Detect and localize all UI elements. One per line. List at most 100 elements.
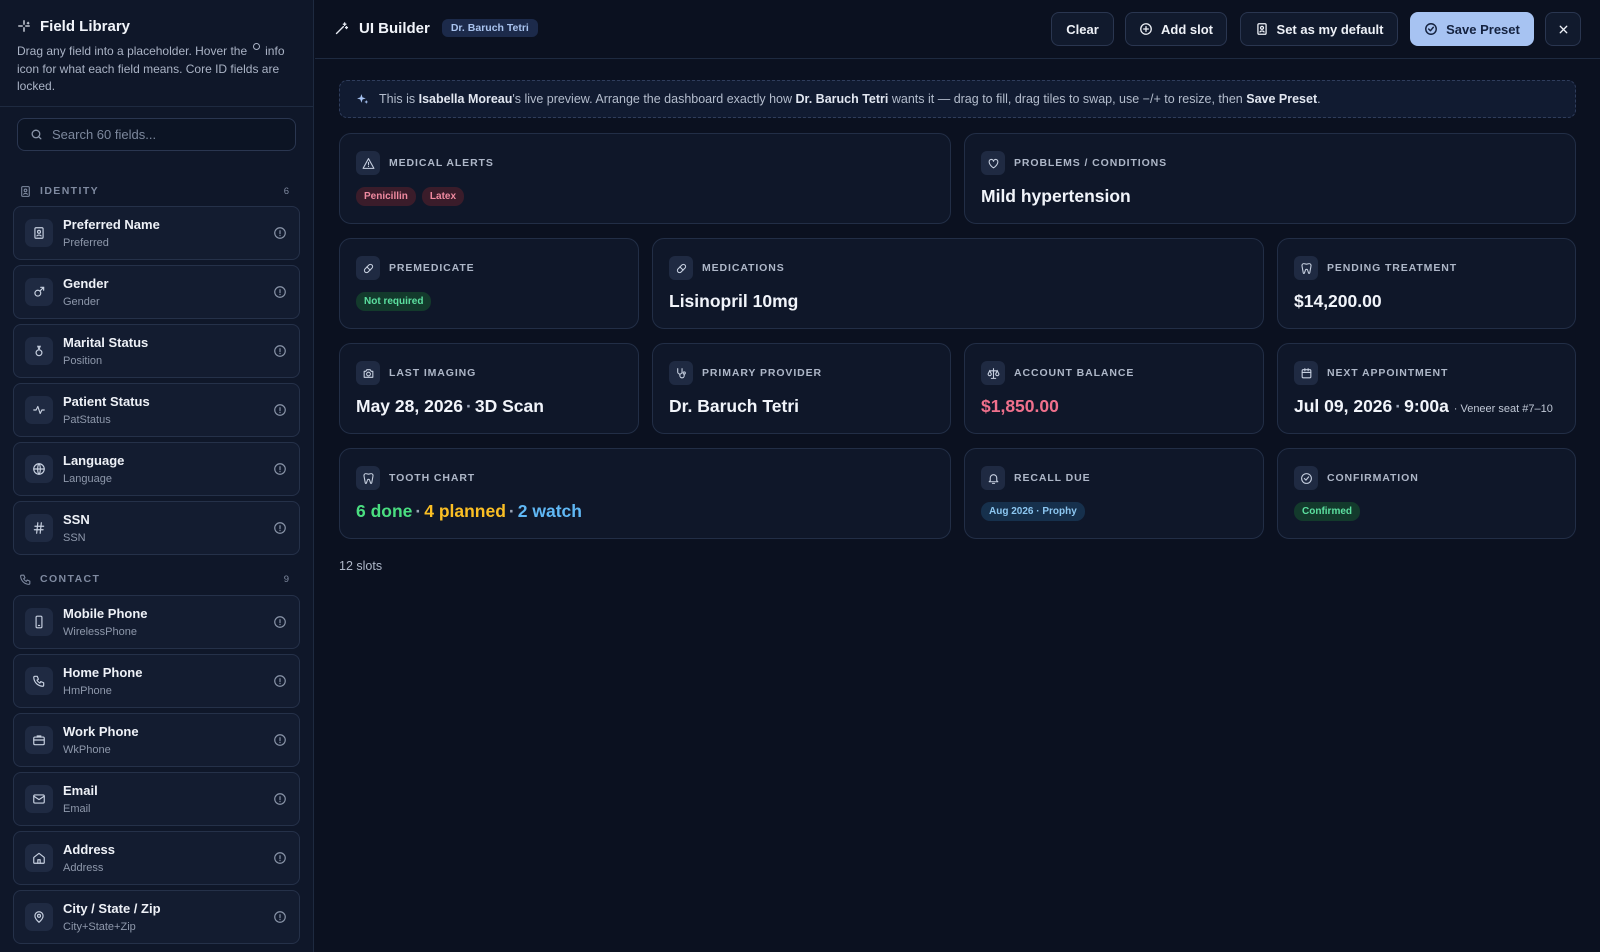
field-card-city-state-zip[interactable]: City / State / Zip City+State+Zip <box>13 890 300 944</box>
field-card-ssn[interactable]: SSN SSN <box>13 501 300 555</box>
info-icon[interactable] <box>273 226 287 240</box>
info-icon[interactable] <box>273 674 287 688</box>
tooth-icon <box>1294 256 1318 280</box>
bell-icon <box>981 466 1005 490</box>
tile-medical-alerts[interactable]: MEDICAL ALERTS Penicillin Latex <box>339 133 951 224</box>
recall-chip: Aug 2026 · Prophy <box>981 502 1085 521</box>
search-icon <box>30 128 43 141</box>
info-icon[interactable] <box>273 344 287 358</box>
mail-icon <box>25 785 53 813</box>
field-label: Home Phone <box>63 664 143 680</box>
tile-confirmation[interactable]: CONFIRMATION Confirmed <box>1277 448 1576 539</box>
field-key: HmPhone <box>63 684 112 697</box>
phone-icon <box>25 667 53 695</box>
tooth-icon <box>356 466 380 490</box>
id-badge-icon <box>19 185 32 198</box>
tile-recall-due[interactable]: RECALL DUE Aug 2026 · Prophy <box>964 448 1264 539</box>
tile-label: PRIMARY PROVIDER <box>702 367 822 379</box>
tile-primary-provider[interactable]: PRIMARY PROVIDER Dr. Baruch Tetri <box>652 343 951 434</box>
field-label: Mobile Phone <box>63 605 148 621</box>
field-label: Patient Status <box>63 393 150 409</box>
tile-tooth-chart[interactable]: TOOTH CHART 6 done · 4 planned · 2 watch <box>339 448 951 539</box>
search-input[interactable] <box>52 127 282 142</box>
field-key: Language <box>63 472 112 485</box>
phone-icon <box>19 573 32 586</box>
field-card-patient-status[interactable]: Patient Status PatStatus <box>13 383 300 437</box>
sidebar-header: Field Library Drag any field into a plac… <box>0 0 313 107</box>
tile-label: TOOTH CHART <box>389 472 476 484</box>
save-preset-button[interactable]: Save Preset <box>1410 12 1534 46</box>
tile-problems-conditions[interactable]: PROBLEMS / CONDITIONS Mild hypertension <box>964 133 1576 224</box>
pill-icon <box>356 256 380 280</box>
tile-value: 6 done · 4 planned · 2 watch <box>356 501 582 521</box>
field-card-marital-status[interactable]: Marital Status Position <box>13 324 300 378</box>
scale-icon <box>981 361 1005 385</box>
status-chip: Not required <box>356 292 432 311</box>
alert-chip: Latex <box>421 187 465 206</box>
tile-label: MEDICAL ALERTS <box>389 157 494 169</box>
info-icon[interactable] <box>273 521 287 535</box>
tile-value: Lisinopril 10mg <box>669 291 799 311</box>
tile-premedicate[interactable]: PREMEDICATE Not required <box>339 238 639 329</box>
field-card-language[interactable]: Language Language <box>13 442 300 496</box>
preview-banner: This is Isabella Moreau's live preview. … <box>339 80 1576 118</box>
tile-value: $1,850.00 <box>981 396 1059 416</box>
field-key: Address <box>63 861 104 874</box>
info-icon[interactable] <box>273 792 287 806</box>
field-label: Work Phone <box>63 723 139 739</box>
field-card-mobile-phone[interactable]: Mobile Phone WirelessPhone <box>13 595 300 649</box>
add-slot-button[interactable]: Add slot <box>1125 12 1227 46</box>
tile-value: $14,200.00 <box>1294 291 1382 311</box>
field-search[interactable] <box>17 118 296 151</box>
tile-account-balance[interactable]: ACCOUNT BALANCE $1,850.00 <box>964 343 1264 434</box>
tile-next-appointment[interactable]: NEXT APPOINTMENT Jul 09, 2026 · 9:00a · Ve… <box>1277 343 1576 434</box>
info-icon[interactable] <box>273 615 287 629</box>
field-key: PatStatus <box>63 413 111 426</box>
home-icon <box>25 844 53 872</box>
tile-value: Jul 09, 2026 · 9:00a · Veneer seat #7–10 <box>1294 396 1553 416</box>
field-key: Preferred <box>63 236 109 249</box>
set-default-button[interactable]: Set as my default <box>1240 12 1398 46</box>
tile-label: PROBLEMS / CONDITIONS <box>1014 157 1168 169</box>
tile-pending-treatment[interactable]: PENDING TREATMENT $14,200.00 <box>1277 238 1576 329</box>
group-count: 9 <box>283 573 289 585</box>
field-label: Preferred Name <box>63 216 160 232</box>
group-header-identity: IDENTITY 6 <box>19 183 289 199</box>
field-label: Gender <box>63 275 109 291</box>
field-card-home-phone[interactable]: Home Phone HmPhone <box>13 654 300 708</box>
field-card-email[interactable]: Email Email <box>13 772 300 826</box>
field-card-preferred-name[interactable]: Preferred Name Preferred <box>13 206 300 260</box>
ring-icon <box>25 337 53 365</box>
info-ring-icon <box>253 43 261 50</box>
close-button[interactable] <box>1545 12 1581 46</box>
tile-medications[interactable]: MEDICATIONS Lisinopril 10mg <box>652 238 1264 329</box>
tile-last-imaging[interactable]: LAST IMAGING May 28, 2026 · 3D Scan <box>339 343 639 434</box>
tile-value: Dr. Baruch Tetri <box>669 396 799 416</box>
clear-button[interactable]: Clear <box>1051 12 1114 46</box>
calendar-icon <box>1294 361 1318 385</box>
field-key: City+State+Zip <box>63 920 136 933</box>
info-icon[interactable] <box>273 403 287 417</box>
sparkle-icon <box>17 19 31 33</box>
tile-value: May 28, 2026 · 3D Scan <box>356 396 544 416</box>
info-icon[interactable] <box>273 733 287 747</box>
tile-label: NEXT APPOINTMENT <box>1327 367 1449 379</box>
info-icon[interactable] <box>273 851 287 865</box>
alert-chip: Penicillin <box>356 187 416 206</box>
field-card-address[interactable]: Address Address <box>13 831 300 885</box>
provider-badge: Dr. Baruch Tetri <box>441 19 538 37</box>
tile-label: CONFIRMATION <box>1327 472 1419 484</box>
field-card-work-phone[interactable]: Work Phone WkPhone <box>13 713 300 767</box>
info-icon[interactable] <box>273 285 287 299</box>
field-card-gender[interactable]: Gender Gender <box>13 265 300 319</box>
check-circle-icon <box>1294 466 1318 490</box>
banner-text: This is Isabella Moreau's live preview. … <box>379 92 1321 106</box>
field-label: Language <box>63 452 125 468</box>
field-label: SSN <box>63 511 90 527</box>
field-key: Email <box>63 802 91 815</box>
info-icon[interactable] <box>273 910 287 924</box>
sparkle-icon <box>356 93 369 106</box>
info-icon[interactable] <box>273 462 287 476</box>
field-label: City / State / Zip <box>63 900 161 916</box>
heart-icon <box>981 151 1005 175</box>
